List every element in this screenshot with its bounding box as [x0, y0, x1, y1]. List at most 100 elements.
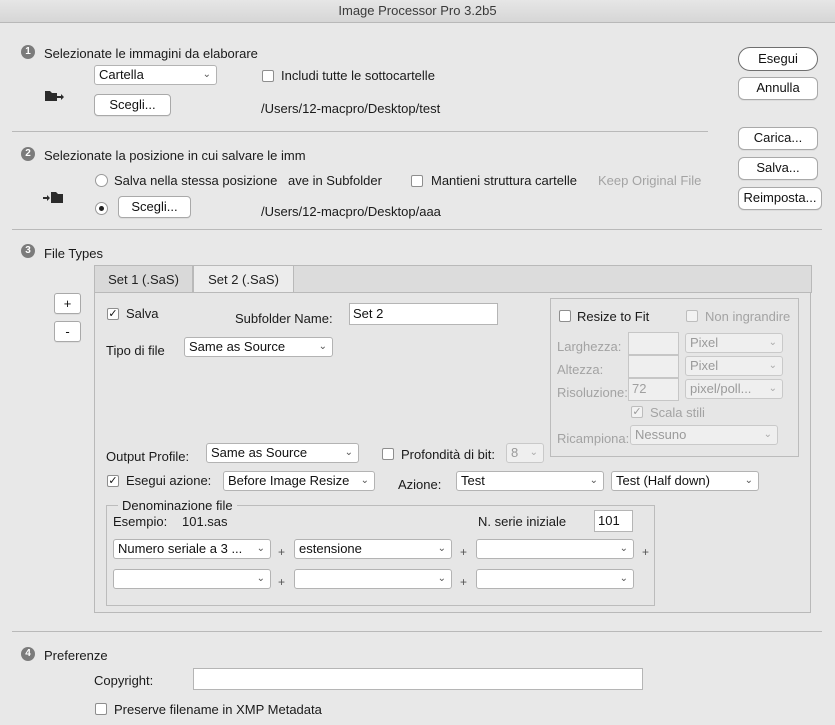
run-action-when-select[interactable]: Before Image Resize ⌄	[223, 471, 375, 491]
source-select[interactable]: Cartella ⌄	[94, 65, 217, 85]
chevron-down-icon: ⌄	[768, 383, 777, 394]
subfolder-name-input[interactable]: Set 2	[349, 303, 498, 325]
resample-label: Ricampiona:	[557, 431, 630, 446]
action-set-select[interactable]: Test ⌄	[456, 471, 604, 491]
load-button[interactable]: Carica...	[738, 127, 818, 150]
output-profile-value: Same as Source	[211, 445, 308, 460]
height-unit-select[interactable]: Pixel ⌄	[685, 356, 783, 376]
naming-field-1-select[interactable]: Numero seriale a 3 ... ⌄	[113, 539, 271, 559]
choose-source-button[interactable]: Scegli...	[94, 94, 171, 116]
serial-start-input[interactable]: 101	[594, 510, 633, 532]
chevron-down-icon: ⌄	[318, 341, 327, 352]
window-title: Image Processor Pro 3.2b5	[0, 0, 835, 23]
file-type-value: Same as Source	[189, 339, 286, 354]
no-enlarge-label: Non ingrandire	[705, 309, 791, 324]
naming-field-6-select[interactable]: ⌄	[476, 569, 634, 589]
chevron-down-icon: ⌄	[344, 447, 353, 458]
include-subfolders-checkbox[interactable]	[262, 70, 274, 82]
example-label: Esempio:	[113, 514, 168, 529]
run-button[interactable]: Esegui	[738, 47, 818, 71]
scale-styles-checkbox[interactable]: ✓	[631, 406, 643, 418]
plus-sign: +	[460, 545, 468, 559]
copyright-label: Copyright:	[94, 673, 154, 688]
plus-sign: +	[460, 575, 468, 589]
remove-set-button[interactable]: -	[54, 321, 81, 342]
action-set-value: Test	[461, 473, 485, 488]
no-enlarge-checkbox[interactable]	[686, 310, 698, 322]
bit-depth-checkbox[interactable]	[382, 448, 394, 460]
same-location-radio[interactable]	[95, 174, 108, 187]
plus-sign: +	[642, 545, 650, 559]
folder-save-icon	[42, 190, 64, 206]
resize-to-fit-checkbox[interactable]	[559, 310, 571, 322]
copyright-input[interactable]	[193, 668, 643, 690]
tab-strip	[294, 265, 812, 293]
resolution-label: Risoluzione:	[557, 385, 628, 400]
width-label: Larghezza:	[557, 339, 622, 354]
resize-to-fit-label: Resize to Fit	[577, 309, 650, 324]
chevron-down-icon: ⌄	[589, 475, 598, 486]
custom-location-radio[interactable]	[95, 202, 108, 215]
keep-original-file-label: Keep Original File	[598, 173, 702, 188]
resolution-input[interactable]: 72	[628, 378, 679, 401]
plus-sign: +	[278, 575, 286, 589]
naming-field-3-select[interactable]: ⌄	[476, 539, 634, 559]
save-in-subfolder-label: ave in Subfolder	[288, 173, 382, 188]
naming-field-2-select[interactable]: estensione ⌄	[294, 539, 452, 559]
resample-value: Nessuno	[635, 427, 687, 442]
divider	[12, 229, 822, 230]
preserve-filename-checkbox[interactable]	[95, 703, 107, 715]
run-action-checkbox[interactable]: ✓	[107, 475, 119, 487]
save-settings-button[interactable]: Salva...	[738, 157, 818, 180]
choose-destination-button[interactable]: Scegli...	[118, 196, 191, 218]
width-input[interactable]	[628, 332, 679, 355]
chevron-down-icon: ⌄	[256, 543, 265, 554]
source-path: /Users/12-macpro/Desktop/test	[261, 101, 441, 116]
save-checkbox[interactable]: ✓	[107, 308, 119, 320]
resolution-unit-value: pixel/poll...	[690, 381, 752, 396]
chevron-down-icon: ⌄	[437, 573, 446, 584]
folder-arrow-icon	[44, 88, 64, 104]
run-action-when-value: Before Image Resize	[228, 473, 350, 488]
file-type-label: Tipo di file	[106, 343, 165, 358]
section3-title: File Types	[44, 246, 104, 261]
section4-badge: 4	[21, 647, 35, 661]
same-location-label: Salva nella stessa posizione	[114, 173, 278, 188]
width-unit-select[interactable]: Pixel ⌄	[685, 333, 783, 353]
output-profile-label: Output Profile:	[106, 449, 190, 464]
file-type-select[interactable]: Same as Source ⌄	[184, 337, 333, 357]
save-label: Salva	[126, 306, 159, 321]
action-name-value: Test (Half down)	[616, 473, 710, 488]
subfolder-name-label: Subfolder Name:	[235, 311, 333, 326]
divider	[12, 631, 822, 632]
example-value: 101.sas	[182, 514, 228, 529]
chevron-down-icon: ⌄	[619, 543, 628, 554]
height-input[interactable]	[628, 355, 679, 378]
naming-field-5-select[interactable]: ⌄	[294, 569, 452, 589]
cancel-button[interactable]: Annulla	[738, 77, 818, 100]
naming-field-2-value: estensione	[299, 541, 362, 556]
add-set-button[interactable]: +	[54, 293, 81, 314]
include-subfolders-label: Includi tutte le sottocartelle	[281, 68, 435, 83]
chevron-down-icon: ⌄	[619, 573, 628, 584]
section1-title: Selezionate le immagini da elaborare	[44, 46, 258, 61]
bit-depth-select[interactable]: 8 ⌄	[506, 443, 544, 463]
naming-field-4-select[interactable]: ⌄	[113, 569, 271, 589]
tab-set-1[interactable]: Set 1 (.SaS)	[94, 265, 193, 293]
resolution-unit-select[interactable]: pixel/poll... ⌄	[685, 379, 783, 399]
height-label: Altezza:	[557, 362, 604, 377]
destination-path: /Users/12-macpro/Desktop/aaa	[261, 204, 441, 219]
keep-structure-label: Mantieni struttura cartelle	[431, 173, 577, 188]
tab-set-2[interactable]: Set 2 (.SaS)	[193, 265, 294, 293]
reset-button[interactable]: Reimposta...	[738, 187, 822, 210]
run-action-label: Esegui azione:	[126, 473, 212, 488]
chevron-down-icon: ⌄	[768, 337, 777, 348]
output-profile-select[interactable]: Same as Source ⌄	[206, 443, 359, 463]
resample-select[interactable]: Nessuno ⌄	[630, 425, 778, 445]
height-unit-value: Pixel	[690, 358, 719, 373]
keep-structure-checkbox[interactable]	[411, 175, 423, 187]
section4-title: Preferenze	[44, 648, 108, 663]
chevron-down-icon: ⌄	[202, 69, 211, 80]
action-name-select[interactable]: Test (Half down) ⌄	[611, 471, 759, 491]
chevron-down-icon: ⌄	[529, 447, 538, 458]
